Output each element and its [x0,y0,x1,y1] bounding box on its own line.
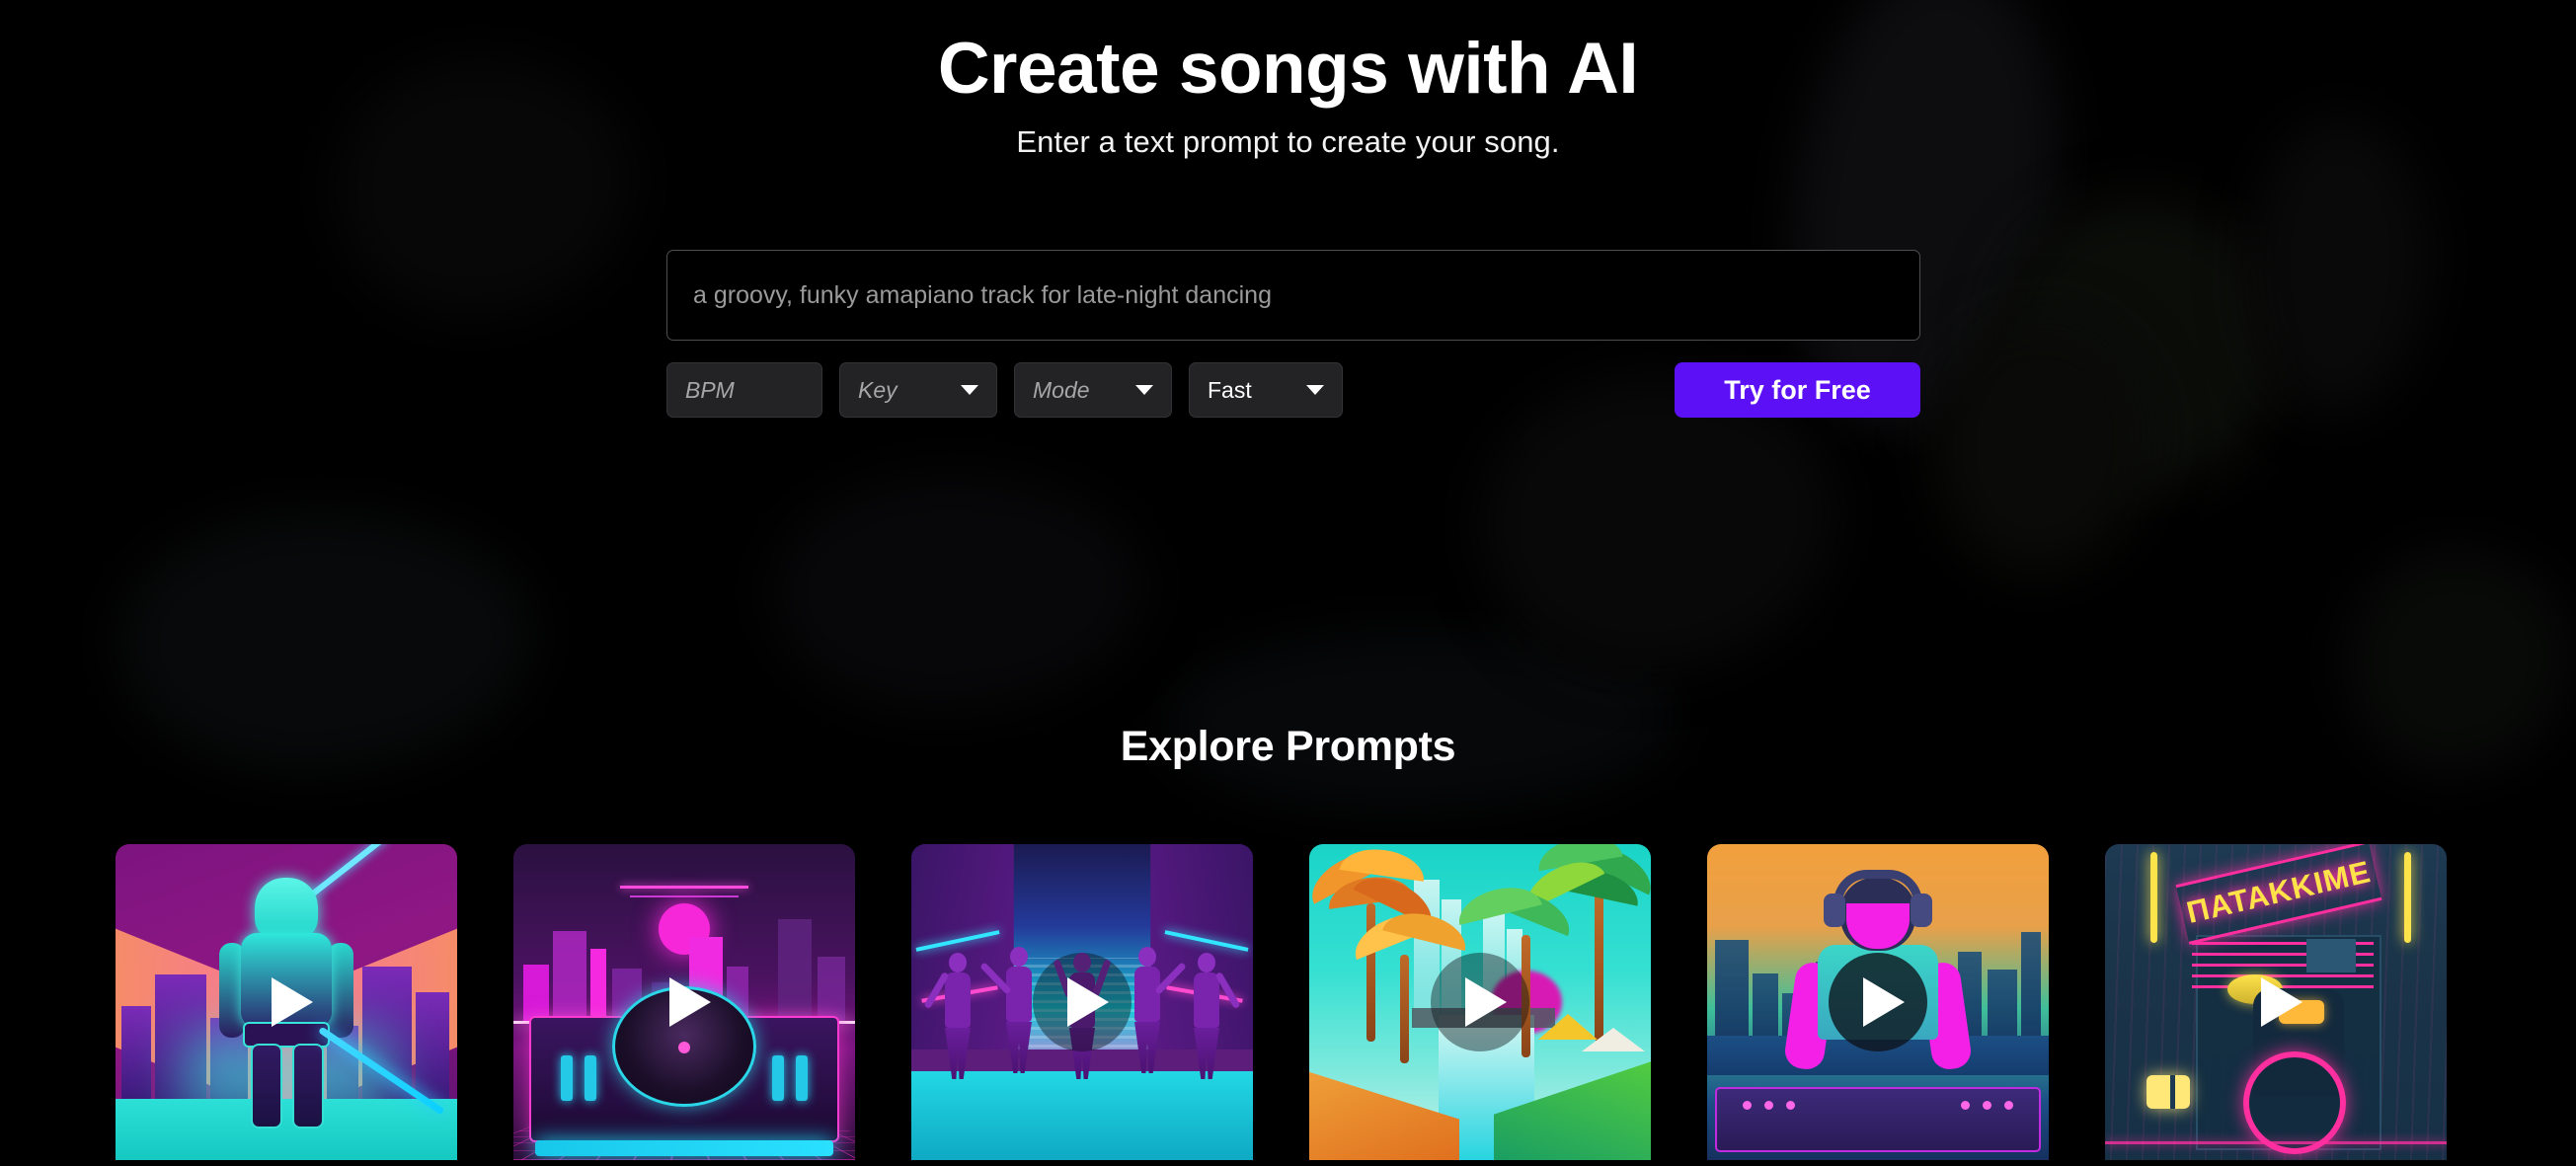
speed-label: Fast [1208,376,1252,403]
chevron-down-icon [961,385,978,395]
play-icon [1465,977,1507,1027]
key-select[interactable]: Key [839,362,997,418]
prompt-card[interactable] [1707,844,2049,1160]
dancer-figure [923,953,971,1079]
dancer-figure [1194,953,1241,1079]
dancer-figure [979,947,1032,1073]
mode-label: Mode [1033,376,1090,403]
play-icon [1067,977,1109,1027]
explore-prompts-title: Explore Prompts [1120,723,1456,770]
play-icon [272,977,313,1027]
prompt-card[interactable]: ΠΑΤΑΚΚΙΜΕ [2105,844,2447,1160]
speed-select[interactable]: Fast [1189,362,1343,418]
prompt-card[interactable] [116,844,457,1160]
prompt-card[interactable] [513,844,855,1160]
background-silhouette [2251,118,2429,415]
play-button-overlay[interactable] [1829,953,1927,1051]
explore-prompts-section: Explore Prompts ΠΑΤΑΚΚΙΜΕ [0,723,2576,1160]
play-button-overlay[interactable] [1033,953,1132,1051]
prompt-input[interactable] [666,250,1920,341]
chevron-down-icon [1135,385,1153,395]
background-silhouette [1935,316,2152,573]
play-icon [2261,977,2303,1027]
background-silhouette [1481,375,1836,671]
page-subtitle: Enter a text prompt to create your song. [1016,124,1560,160]
page-title: Create songs with AI [937,29,1639,109]
dj-mixer [1715,1087,2041,1152]
chevron-down-icon [1306,385,1324,395]
prompt-controls-row: BPM Key Mode Fast Try for Free [666,362,1920,418]
hero-section: Create songs with AI Enter a text prompt… [0,0,2576,160]
play-button-overlay[interactable] [1431,953,1529,1051]
key-label: Key [858,376,898,403]
mode-select[interactable]: Mode [1014,362,1172,418]
play-icon [1863,977,1905,1027]
prompt-cards-row: ΠΑΤΑΚΚΙΜΕ [116,844,2447,1160]
bpm-label: BPM [685,376,735,403]
background-silhouette [770,474,1145,711]
prompt-card[interactable] [911,844,1253,1160]
play-button-overlay[interactable] [635,953,734,1051]
dancer-figure [1134,947,1187,1073]
bpm-input[interactable]: BPM [666,362,822,418]
prompt-card[interactable] [1309,844,1651,1160]
try-for-free-button[interactable]: Try for Free [1675,362,1920,418]
play-icon [669,977,711,1027]
prompt-form: BPM Key Mode Fast Try for Free [666,250,1920,418]
play-button-overlay[interactable] [237,953,336,1051]
play-button-overlay[interactable] [2226,953,2325,1051]
